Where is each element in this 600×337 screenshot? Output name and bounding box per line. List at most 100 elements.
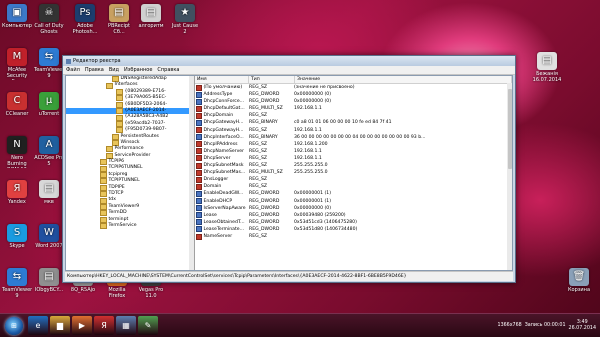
col-name-header[interactable]: Имя xyxy=(195,76,249,83)
system-tray: 1366x768 Запись 00:00:01 3:49 26.07.2014 xyxy=(498,314,600,337)
desktop-icon[interactable]: Я Yandex xyxy=(2,180,32,205)
desktop-icon-label: Skype xyxy=(9,243,25,249)
desktop-icon[interactable]: C CCleaner xyxy=(2,92,32,117)
string-value-icon xyxy=(196,112,202,119)
value-row[interactable]: DhcpConnForce... REG_DWORD 0x00000000 (0) xyxy=(195,98,512,105)
desktop-icon[interactable]: ⇆ TeamViewer 9 xyxy=(2,268,32,299)
value-name-cell: Domain xyxy=(195,183,248,190)
value-row[interactable]: LeaseTerminate... REG_DWORD 0x53d51d80 (14… xyxy=(195,226,512,233)
value-name: DhcpDefaultGat... xyxy=(203,106,245,112)
desktop-icon[interactable]: MMcAfee Security Sc... xyxy=(2,48,32,80)
clock[interactable]: 3:49 26.07.2014 xyxy=(569,320,596,332)
value-type: REG_SZ xyxy=(249,163,268,169)
folder-icon xyxy=(100,178,107,185)
desktop-icon[interactable]: 🗑 Корзина xyxy=(564,268,594,293)
app-icon: W xyxy=(39,224,59,242)
folder-icon xyxy=(106,152,113,159)
menu-file[interactable]: Файл xyxy=(66,67,80,73)
value-data: 0x00039480 (259200) xyxy=(294,212,346,218)
tree-scrollbar[interactable] xyxy=(189,76,194,270)
value-name-cell: DhcpConnForce... xyxy=(195,98,248,105)
value-name: AddressType xyxy=(203,92,233,98)
desktop-icon[interactable]: ★ Just Cause 2 xyxy=(170,4,200,35)
string-value-icon xyxy=(196,84,202,91)
value-type: REG_DWORD xyxy=(249,212,280,218)
app-icon: ⇆ xyxy=(7,268,27,286)
value-row[interactable]: (По умолчанию) REG_SZ (значение не присвое… xyxy=(195,84,512,91)
value-type: REG_SZ xyxy=(249,155,268,161)
value-row[interactable]: DhcpInterfaceO... REG_BINARY 36 00 00 00 0… xyxy=(195,134,512,141)
desktop-icon[interactable]: S Skype xyxy=(2,224,32,249)
value-row[interactable]: Lease REG_DWORD 0x00039480 (259200) xyxy=(195,212,512,219)
desktop-icon[interactable]: ⇆ TeamViewer 9 xyxy=(34,48,64,79)
desktop-icon[interactable]: Ps Adobe Photosh... xyxy=(70,4,100,35)
desktop-icon[interactable]: A ACDSee Pro 5 xyxy=(34,136,64,167)
folder-icon xyxy=(100,191,107,198)
desktop-icon-label: Vegas Pro 11.0 xyxy=(138,287,164,299)
value-type: REG_SZ xyxy=(249,184,268,190)
value-row[interactable]: DnsLogger REG_SZ xyxy=(195,176,512,183)
taskbar-yandex-button[interactable]: Я xyxy=(94,316,114,335)
value-row[interactable]: EnableDeadGW... REG_DWORD 0x00000001 (1) xyxy=(195,190,512,197)
registry-editor-window[interactable]: Редактор реестра Файл Правка Вид Избранн… xyxy=(62,55,516,283)
value-row[interactable]: IsServerNapAware REG_DWORD 0x00000000 (0) xyxy=(195,205,512,212)
menu-edit[interactable]: Правка xyxy=(85,67,104,73)
tree-node[interactable]: TermService xyxy=(66,223,194,230)
taskbar-regedit-button[interactable]: ▦ xyxy=(116,316,136,335)
desktop-icon[interactable]: ▣ Компьютер xyxy=(2,4,32,29)
value-row[interactable]: AddressType REG_DWORD 0x00000000 (0) xyxy=(195,91,512,98)
value-row[interactable]: DhcpGatewayH... REG_SZ 192.168.1.1 xyxy=(195,127,512,134)
value-row[interactable]: EnableDHCP REG_DWORD 0x00000001 (1) xyxy=(195,198,512,205)
desktop-icon[interactable]: ▤ мкв xyxy=(34,180,64,205)
taskbar-media-button[interactable]: ▶ xyxy=(72,316,92,335)
desktop-icon[interactable]: ▤ PBRecipt Сб... xyxy=(104,4,134,35)
values-list[interactable]: Имя Тип Значение (По умолчанию) REG_SZ (зн… xyxy=(195,76,512,270)
menu-view[interactable]: Вид xyxy=(109,67,119,73)
app-icon: ⇆ xyxy=(39,48,59,66)
desktop-icon[interactable]: ☠ Call of Duty Ghosts xyxy=(34,4,64,35)
key-tree[interactable]: DNSRegisteredAdap Interfaces {08029389-E71… xyxy=(66,76,195,270)
taskbar-explorer-button[interactable]: ▆ xyxy=(50,316,70,335)
col-value-header[interactable]: Значение xyxy=(295,76,512,83)
value-row[interactable]: DhcpIPAddress REG_SZ 192.168.1.200 xyxy=(195,141,512,148)
value-name: DhcpSubnetMas... xyxy=(203,170,246,176)
value-row[interactable]: DhcpDomain REG_SZ xyxy=(195,112,512,119)
value-name: DhcpDomain xyxy=(203,113,234,119)
desktop-icon[interactable]: NNero Burning ROM 12 xyxy=(2,136,32,168)
value-name-cell: DhcpInterfaceO... xyxy=(195,134,248,141)
desktop-icon[interactable]: W Word 2007 xyxy=(34,224,64,249)
binary-value-icon xyxy=(196,190,202,197)
scroll-thumb[interactable] xyxy=(507,89,512,169)
value-name-cell: EnableDHCP xyxy=(195,198,248,205)
value-data: 36 00 00 00 00 00 00 00 04 00 00 00 00 0… xyxy=(294,134,426,140)
window-titlebar[interactable]: Редактор реестра xyxy=(63,56,515,66)
value-row[interactable]: LeaseObtainedT... REG_DWORD 0x53d51cd3 (14… xyxy=(195,219,512,226)
desktop-icon[interactable]: ▤ IObgyBCY... xyxy=(34,268,64,293)
app-icon: ☠ xyxy=(39,4,59,22)
value-row[interactable]: DhcpSubnetMask REG_SZ 255.255.255.0 xyxy=(195,162,512,169)
menu-help[interactable]: Справка xyxy=(157,67,179,73)
start-button[interactable]: ⊞ xyxy=(5,316,23,335)
desktop-icon[interactable]: µ uTorrent xyxy=(34,92,64,117)
desktop-icon[interactable]: ▤ алгоритм xyxy=(136,4,166,29)
value-row[interactable]: DhcpNameServer REG_SZ 192.168.1.1 xyxy=(195,148,512,155)
value-row[interactable]: DhcpServer REG_SZ 192.168.1.1 xyxy=(195,155,512,162)
value-row[interactable]: NameServer REG_SZ xyxy=(195,233,512,240)
value-row[interactable]: DhcpDefaultGat... REG_MULTI_SZ 192.168.1.1 xyxy=(195,105,512,112)
value-name: DhcpServer xyxy=(203,155,231,161)
desktop-icon[interactable]: ▤ Бежанія 16.07.2014 xyxy=(532,52,562,83)
value-row[interactable]: Domain REG_SZ xyxy=(195,183,512,190)
menu-favorites[interactable]: Избранное xyxy=(124,67,152,73)
value-row[interactable]: DhcpGatewayH... REG_BINARY c0 a8 01 01 06 … xyxy=(195,119,512,127)
col-type-header[interactable]: Тип xyxy=(249,76,295,83)
desktop-icon-label: CCleaner xyxy=(5,111,29,117)
binary-value-icon xyxy=(196,134,202,141)
value-name: LeaseObtainedT... xyxy=(203,219,245,225)
string-value-icon xyxy=(196,169,202,176)
values-scrollbar[interactable] xyxy=(507,83,512,270)
value-row[interactable]: DhcpSubnetMas... REG_MULTI_SZ 255.255.255.… xyxy=(195,169,512,176)
value-name: EnableDeadGW... xyxy=(203,191,244,197)
taskbar-ie-button[interactable]: e xyxy=(28,316,48,335)
taskbar-tool-button[interactable]: ✎ xyxy=(138,316,158,335)
value-data xyxy=(293,176,512,183)
